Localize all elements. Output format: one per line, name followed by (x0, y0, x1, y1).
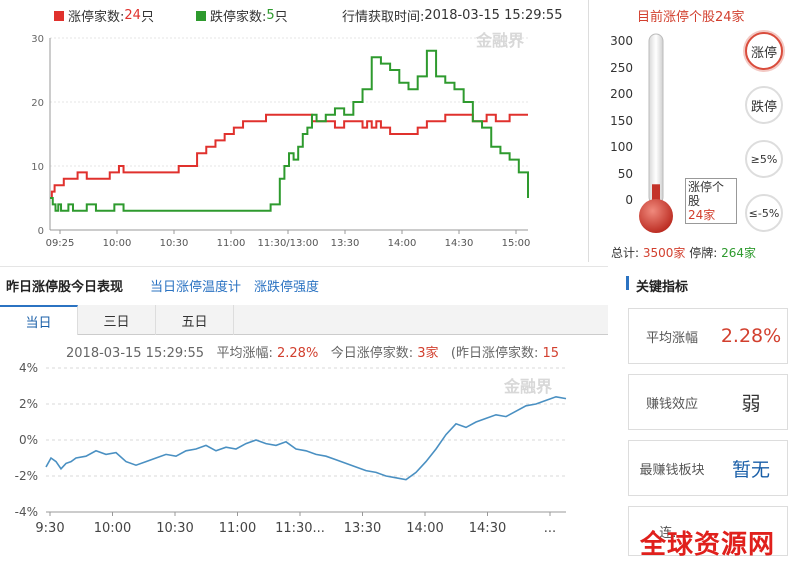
gain-5pct-button[interactable]: ≥5% (745, 140, 783, 178)
legend-up-label: 涨停家数: (68, 10, 125, 25)
kpi-best-sector: 最赚钱板块 暂无 (628, 440, 788, 496)
legend-down-swatch (196, 10, 206, 21)
y-tick-label: 4% (19, 361, 38, 375)
info-time: 2018-03-15 15:29:55 (66, 346, 205, 361)
thermo-callout-text: 涨停个股 (688, 180, 725, 208)
legend-up-swatch (54, 10, 64, 21)
x-tick-label: 14:30 (445, 238, 474, 249)
key-title-marker (626, 276, 629, 290)
thermometer-panel: 目前涨停个股24家 300 250 200 150 100 50 0 涨停个股 24家 涨停… (588, 0, 800, 262)
legend-up-value: 24 (124, 8, 141, 23)
thermo-totals: 总计: 3500家 停牌: 264家 (611, 244, 756, 261)
divider (0, 266, 608, 267)
x-tick-label: ... (544, 521, 556, 536)
x-tick-label: 09:25 (46, 238, 75, 249)
kpi-avg-change-value: 2.28% (720, 325, 782, 347)
link-strength[interactable]: 涨跌停强度 (254, 276, 319, 295)
thermo-tick-label: 50 (617, 166, 633, 181)
section-title: 昨日涨停股今日表现 (6, 280, 124, 295)
x-tick-label: 9:30 (35, 521, 64, 536)
x-tick-label: 11:00 (217, 238, 246, 249)
total-value: 3500家 (642, 246, 686, 260)
thermometer (639, 33, 673, 233)
x-tick-label: 14:00 (388, 238, 417, 249)
y-tick-label: -4% (15, 505, 38, 519)
info-avg-label: 平均涨幅: (216, 346, 277, 361)
kpi-avg-change: 平均涨幅 2.28% (628, 308, 788, 364)
thermo-title: 目前涨停个股24家 (637, 10, 745, 25)
limit-down-button[interactable]: 跌停 (745, 86, 783, 124)
thermo-tick-label: 250 (610, 60, 633, 75)
key-indicators-title: 关键指标 (636, 280, 689, 295)
tab-3days[interactable]: 三日 (78, 305, 156, 335)
info-today-label: 今日涨停家数: (330, 346, 418, 361)
link-thermometer[interactable]: 当日涨停温度计 (150, 276, 241, 295)
halt-value: 264家 (721, 246, 756, 260)
chart-watermark: 金融界 (503, 377, 552, 396)
chart-watermark: 金融界 (475, 31, 524, 50)
y-tick-label: 10 (31, 162, 44, 173)
kpi-profit-effect-label: 赚钱效应 (645, 396, 698, 412)
fetch-time-label: 行情获取时间: (342, 10, 425, 25)
thermo-tube (648, 33, 664, 205)
thermo-tick-label: 0 (625, 193, 633, 207)
y-tick-label: 2% (19, 397, 38, 411)
legend-up-unit: 只 (140, 10, 154, 25)
kpi-best-sector-value: 暂无 (731, 458, 770, 481)
x-tick-label: 14:00 (406, 521, 443, 536)
info-avg-value: 2.28% (277, 346, 319, 361)
thermo-tick-label: 300 (610, 34, 633, 48)
legend-down-value: 5 (266, 8, 275, 23)
x-tick-label: 11:30/13:00 (257, 238, 318, 249)
kpi-profit-effect: 赚钱效应 弱 (628, 374, 788, 430)
avg-change-line (45, 395, 567, 481)
x-tick-label: 10:30 (156, 521, 193, 536)
x-tick-label: 10:30 (160, 238, 189, 249)
legend-down-unit: 只 (274, 10, 288, 25)
thermo-callout-count: 24家 (688, 208, 716, 222)
x-tick-label: 11:00 (219, 521, 256, 536)
thermo-tick-label: 200 (610, 87, 633, 101)
period-tabs: 当日 三日 五日 (0, 305, 608, 335)
tab-today[interactable]: 当日 (0, 305, 78, 335)
y-tick-label: -2% (15, 469, 38, 483)
thermo-bulb (639, 199, 673, 233)
avg-change-chart: 4% 2% 0% -2% -4% 9:30 10:00 10:30 11:00 11:30... 1… (15, 361, 567, 536)
legend-down: 跌停家数: 5 只 (196, 6, 288, 25)
performance-info: 2018-03-15 15:29:55 平均涨幅: 2.28% 今日涨停家数: … (66, 342, 559, 361)
x-tick-label: 10:00 (103, 238, 132, 249)
limit-count-chart: 30 20 10 009:25 10:00 10:30 11:00 11:30/13:00 13… (31, 31, 531, 249)
info-yest-value: 15 (542, 346, 560, 361)
fetch-time: 行情获取时间: 2018-03-15 15:29:55 (342, 6, 562, 25)
legend-down-label: 跌停家数: (210, 10, 267, 25)
loss-5pct-button[interactable]: ≤-5% (745, 194, 783, 232)
x-tick-label: 15:00 (502, 238, 531, 249)
y-tick-label: 20 (31, 98, 44, 109)
y-tick-label: 30 (31, 34, 44, 45)
thermo-tick-label: 150 (610, 113, 633, 128)
limit-count-panel: 涨停家数: 24 只 跌停家数: 5 只 行情获取时间: 2018-03-15 … (0, 0, 578, 262)
x-tick-label: 11:30... (275, 521, 325, 536)
x-tick-label: 10:00 (94, 521, 131, 536)
kpi-profit-effect-value: 弱 (741, 392, 761, 415)
thermo-tick-label: 100 (610, 140, 633, 154)
legend-up: 涨停家数: 24 只 (54, 6, 154, 25)
halt-label: 停牌: (685, 246, 722, 260)
y-tick-label: 0 (38, 226, 44, 237)
info-yest-label: (昨日涨停家数: (450, 346, 543, 361)
info-today-value: 3家 (417, 346, 439, 361)
limit-up-button[interactable]: 涨停 (745, 32, 783, 70)
kpi-avg-change-label: 平均涨幅 (645, 330, 698, 346)
x-tick-label: 14:30 (469, 521, 506, 536)
x-tick-label: 13:30 (344, 521, 381, 536)
kpi-best-sector-label: 最赚钱板块 (639, 462, 705, 478)
thermo-callout: 涨停个股 24家 (685, 178, 737, 224)
x-tick-label: 13:30 (331, 238, 360, 249)
tab-5days[interactable]: 五日 (156, 305, 234, 335)
limit-down-line (50, 49, 529, 212)
total-label: 总计: (611, 246, 643, 260)
site-watermark: 全球资源网 (640, 530, 776, 560)
fetch-time-value: 2018-03-15 15:29:55 (424, 8, 563, 23)
y-tick-label: 0% (19, 433, 38, 447)
